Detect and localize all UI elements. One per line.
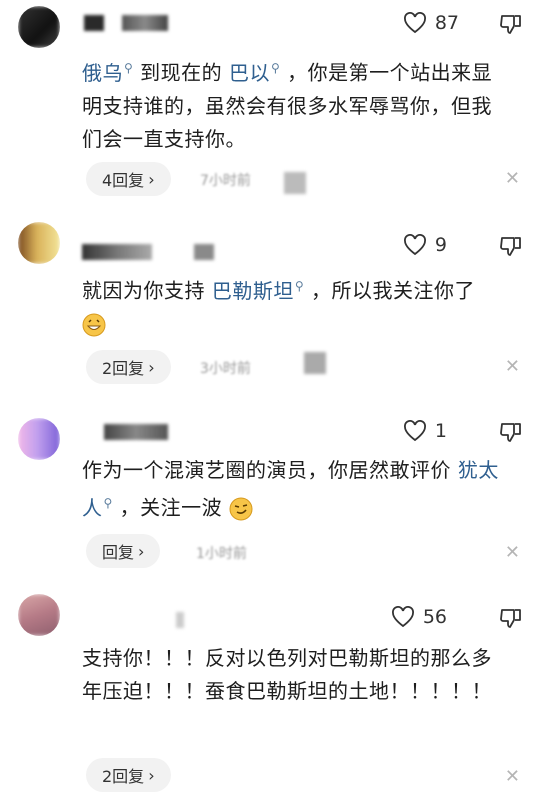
like-counter[interactable]: 9 [403, 234, 447, 256]
timestamp: 3小时前 [200, 361, 251, 377]
like-count: 87 [434, 12, 459, 34]
heart-outline-icon [403, 12, 426, 34]
smirk-emoji-icon [229, 497, 253, 521]
comment-text: 支持你！！！反对以色列对巴勒斯坦的那么多年压迫！！！蚕食巴勒斯坦的土地！！！！！ [82, 646, 492, 703]
avatar[interactable] [18, 594, 60, 636]
comment-text: 俄乌⚲ 到现在的 巴以⚲ ，你是第一个站出来显明支持谁的，虽然会有很多水军辱骂你… [82, 60, 493, 151]
username-blurred[interactable] [104, 424, 168, 440]
comment-4: 56 支持你！！！反对以色列对巴勒斯坦的那么多年压迫！！！蚕食巴勒斯坦的土地！！… [0, 580, 533, 808]
search-icon: ⚲ [294, 279, 305, 293]
like-counter[interactable]: 1 [403, 420, 447, 442]
timestamp: 7小时前 [200, 173, 251, 189]
username-blurred[interactable] [84, 15, 104, 31]
thumbs-down-icon[interactable] [499, 606, 523, 630]
reply-button[interactable]: 4回复 › [86, 162, 171, 196]
avatar[interactable] [18, 6, 60, 48]
thumbs-down-icon[interactable] [499, 12, 523, 36]
chevron-right-icon: › [138, 541, 145, 561]
search-link[interactable]: 巴以⚲ [229, 61, 280, 85]
username-blurred[interactable] [194, 244, 214, 260]
avatar[interactable] [18, 222, 60, 264]
avatar[interactable] [18, 418, 60, 460]
search-link[interactable]: 俄乌⚲ [82, 61, 133, 85]
chevron-right-icon: › [148, 357, 155, 377]
reply-button[interactable]: 2回复 › [86, 758, 171, 792]
thumbs-down-icon[interactable] [499, 420, 523, 444]
grinning-emoji-icon [82, 313, 106, 337]
search-icon: ⚲ [124, 61, 134, 75]
heart-outline-icon [403, 234, 426, 256]
comment-text: 作为一个混演艺圈的演员，你居然敢评价 犹太人⚲ ，关注一波 [82, 458, 499, 521]
comment-2: 9 就因为你支持 巴勒斯坦⚲ ，所以我关注你了 2回复 › 3小时前 ✕ [0, 200, 533, 400]
username-blurred[interactable] [176, 612, 184, 628]
like-count: 1 [434, 420, 447, 442]
search-link[interactable]: 巴勒斯坦⚲ [212, 279, 304, 303]
username-blurred[interactable] [82, 244, 152, 260]
heart-outline-icon [391, 606, 414, 628]
timestamp: 1小时前 [196, 546, 247, 562]
blurred-mark [284, 172, 306, 194]
like-counter[interactable]: 87 [403, 12, 459, 34]
like-count: 56 [422, 606, 447, 628]
reply-button[interactable]: 2回复 › [86, 350, 171, 384]
search-icon: ⚲ [103, 496, 113, 510]
comment-1: 87 俄乌⚲ 到现在的 巴以⚲ ，你是第一个站出来显明支持谁的，虽然会有很多水军… [0, 0, 533, 200]
thumbs-down-icon[interactable] [499, 234, 523, 258]
close-icon[interactable]: ✕ [505, 168, 520, 189]
chevron-right-icon: › [148, 765, 155, 785]
heart-outline-icon [403, 420, 426, 442]
comment-text: 就因为你支持 巴勒斯坦⚲ ，所以我关注你了 [82, 270, 502, 341]
blurred-mark [304, 352, 326, 374]
close-icon[interactable]: ✕ [505, 766, 520, 787]
search-icon: ⚲ [271, 61, 281, 75]
chevron-right-icon: › [148, 169, 155, 189]
username-blurred[interactable] [122, 15, 168, 31]
close-icon[interactable]: ✕ [505, 542, 520, 563]
like-counter[interactable]: 56 [391, 606, 447, 628]
comment-3: 1 作为一个混演艺圈的演员，你居然敢评价 犹太人⚲ ，关注一波 回复 › 1小时… [0, 400, 533, 580]
like-count: 9 [434, 234, 447, 256]
reply-button[interactable]: 回复 › [86, 534, 161, 568]
close-icon[interactable]: ✕ [505, 356, 520, 377]
